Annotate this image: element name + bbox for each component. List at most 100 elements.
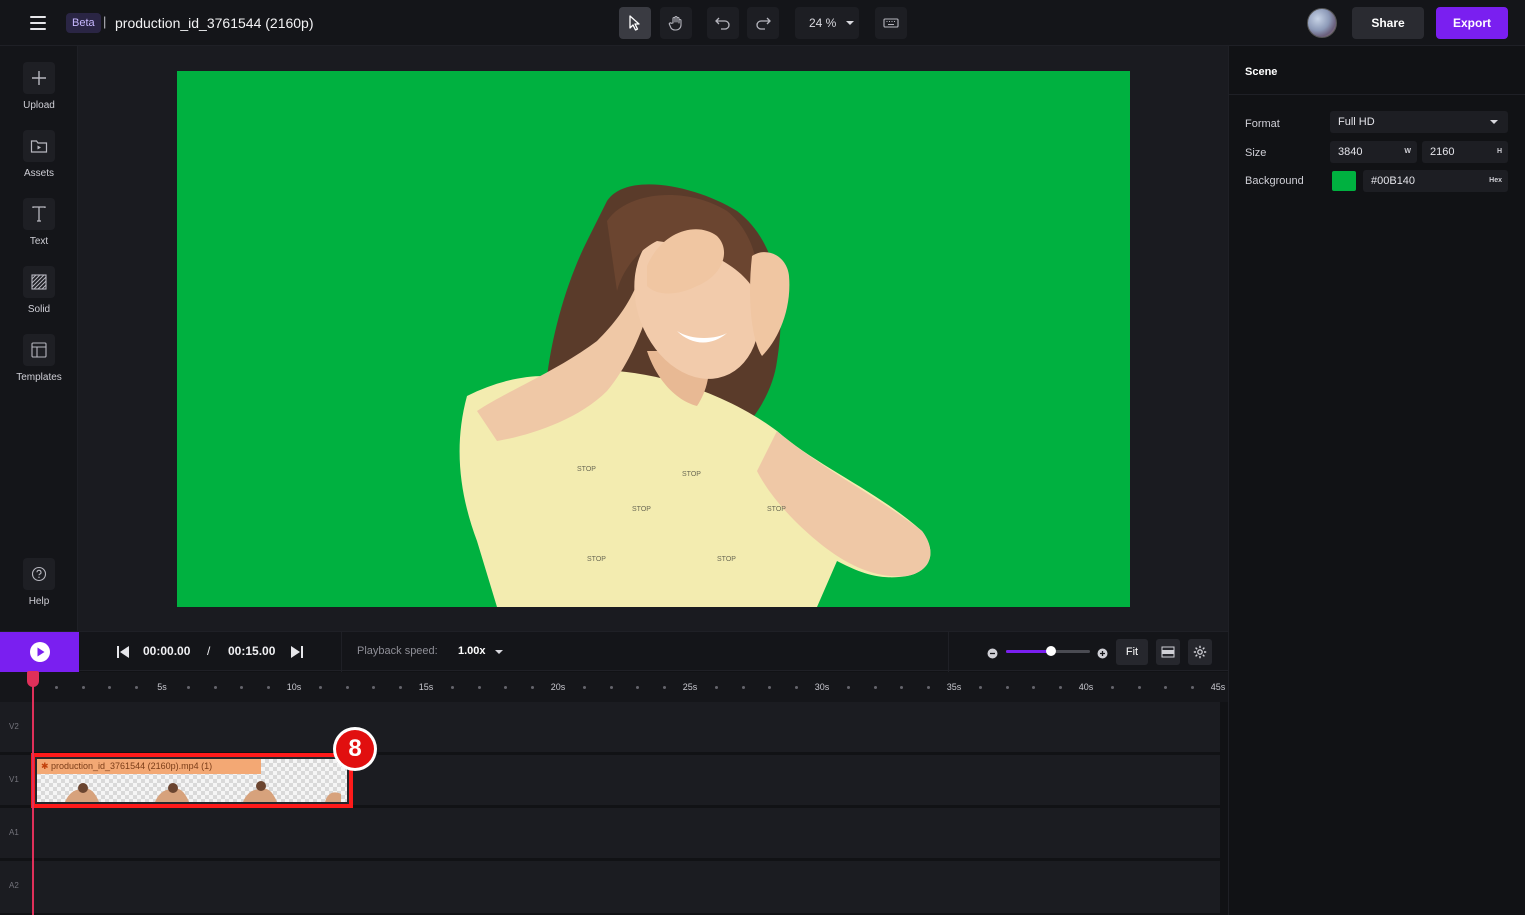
preview-stage: STOP STOP STOP STOP STOP STOP <box>78 46 1228 631</box>
ruler-tick <box>504 686 508 689</box>
ruler-tick <box>873 686 877 689</box>
video-clip[interactable]: ✱ production_id_3761544 (2160p).mp4 (1) <box>31 753 353 808</box>
total-time: 00:15.00 <box>228 644 276 658</box>
ruler-label: 20s <box>550 682 566 692</box>
chevron-down-icon <box>1490 120 1498 124</box>
plus-circle-icon <box>1097 648 1108 659</box>
clip-thumbnail <box>325 792 341 802</box>
redo-button[interactable] <box>747 7 779 39</box>
play-button[interactable] <box>0 632 79 672</box>
undo-button[interactable] <box>707 7 739 39</box>
plus-icon <box>23 62 55 94</box>
export-button[interactable]: Export <box>1436 7 1508 39</box>
background-hex-input[interactable]: #00B140 Hex <box>1363 170 1508 192</box>
width-value: 3840 <box>1338 146 1363 158</box>
ruler-tick <box>530 686 534 689</box>
zoom-select[interactable]: 24 % <box>795 7 859 39</box>
skip-to-end-button[interactable] <box>290 645 304 664</box>
track-label: A1 <box>9 828 19 837</box>
ruler-tick <box>477 686 481 689</box>
ruler-tick <box>715 686 719 689</box>
svg-text:STOP: STOP <box>632 506 651 513</box>
hand-icon <box>668 15 682 31</box>
sidebar-item-solid[interactable]: Solid <box>0 266 78 315</box>
fit-button[interactable]: Fit <box>1116 639 1148 665</box>
zoom-in-button[interactable] <box>1097 646 1108 664</box>
format-select[interactable]: Full HD <box>1330 111 1508 133</box>
clip-label: production_id_3761544 (2160p).mp4 (1) <box>51 761 213 771</box>
track-height-button[interactable] <box>1156 639 1180 665</box>
ruler-tick <box>1111 686 1115 689</box>
project-title[interactable]: production_id_3761544 (2160p) <box>115 13 314 33</box>
sidebar-item-upload[interactable]: Upload <box>0 62 78 111</box>
timeline-zoom-slider[interactable] <box>1006 646 1090 656</box>
height-input[interactable]: 2160 H <box>1422 141 1508 163</box>
svg-text:STOP: STOP <box>767 506 786 513</box>
playhead-handle[interactable] <box>27 671 39 687</box>
width-input[interactable]: 3840 W <box>1330 141 1417 163</box>
timeline-settings-button[interactable] <box>1188 639 1212 665</box>
timeline-ruler[interactable]: 5s 10s 15s 20s 25s 30s 35s 40s 45s <box>0 672 1228 702</box>
sidebar-item-help[interactable]: Help <box>0 558 78 607</box>
clip-thumbnail <box>243 781 277 802</box>
clip-title-bar: ✱ production_id_3761544 (2160p).mp4 (1) <box>37 759 261 774</box>
ruler-label: 5s <box>157 682 167 692</box>
sidebar-item-label: Upload <box>23 100 55 111</box>
ruler-tick <box>926 686 930 689</box>
timeline-zoom-handle[interactable] <box>1045 646 1056 656</box>
avatar[interactable] <box>1307 8 1337 38</box>
clip-thumbnail <box>65 783 99 802</box>
ruler-tick <box>187 686 191 689</box>
width-unit: W <box>1404 148 1411 155</box>
ruler-tick <box>741 686 745 689</box>
title-separator: | <box>103 14 107 29</box>
ruler-tick <box>979 686 983 689</box>
ruler-label: 35s <box>946 682 962 692</box>
track-label: V2 <box>9 722 19 731</box>
timeline-zoom-fill <box>1006 650 1051 653</box>
track-height-icon <box>1161 646 1175 658</box>
share-button[interactable]: Share <box>1352 7 1424 39</box>
skip-back-icon <box>117 646 129 658</box>
ruler-tick <box>583 686 587 689</box>
playhead[interactable] <box>32 684 34 915</box>
keyboard-shortcuts-button[interactable] <box>875 7 907 39</box>
redo-icon <box>756 17 771 30</box>
playback-bar: 00:00.00 / 00:15.00 Playback speed: 1.00… <box>0 631 1228 672</box>
sidebar-item-assets[interactable]: Assets <box>0 130 78 179</box>
toolbar-divider <box>341 632 342 672</box>
cursor-icon <box>629 15 640 31</box>
svg-text:STOP: STOP <box>717 556 736 563</box>
sidebar-item-text[interactable]: Text <box>0 198 78 247</box>
playback-speed-select[interactable]: 1.00x <box>458 645 486 657</box>
background-color-swatch[interactable] <box>1332 171 1356 191</box>
menu-icon[interactable] <box>30 16 46 30</box>
skip-to-start-button[interactable] <box>116 645 130 664</box>
top-bar: Beta | production_id_3761544 (2160p) 24 … <box>0 0 1525 46</box>
track-v2[interactable]: V2 <box>0 702 1220 754</box>
sidebar-item-label: Help <box>28 596 50 607</box>
ruler-tick <box>319 686 323 689</box>
video-canvas[interactable]: STOP STOP STOP STOP STOP STOP <box>177 71 1130 607</box>
ruler-tick <box>900 686 904 689</box>
play-icon <box>29 642 50 662</box>
background-hex-value: #00B140 <box>1371 175 1416 187</box>
chevron-down-icon[interactable] <box>495 650 503 654</box>
track-a2[interactable]: A2 <box>0 861 1220 915</box>
ruler-tick <box>451 686 455 689</box>
layout-icon <box>23 334 55 366</box>
hatched-square-icon <box>23 266 55 298</box>
ruler-tick <box>345 686 349 689</box>
hand-tool-button[interactable] <box>660 7 692 39</box>
help-icon <box>23 558 55 590</box>
annotation-badge: 8 <box>333 727 377 771</box>
ruler-tick <box>1032 686 1036 689</box>
ruler-label: 10s <box>286 682 302 692</box>
sidebar-item-templates[interactable]: Templates <box>0 334 78 383</box>
select-tool-button[interactable] <box>619 7 651 39</box>
zoom-out-button[interactable] <box>987 646 998 664</box>
ruler-tick <box>266 686 270 689</box>
track-label: V1 <box>9 775 19 784</box>
app-window: Beta | production_id_3761544 (2160p) 24 … <box>0 0 1525 915</box>
track-a1[interactable]: A1 <box>0 808 1220 860</box>
